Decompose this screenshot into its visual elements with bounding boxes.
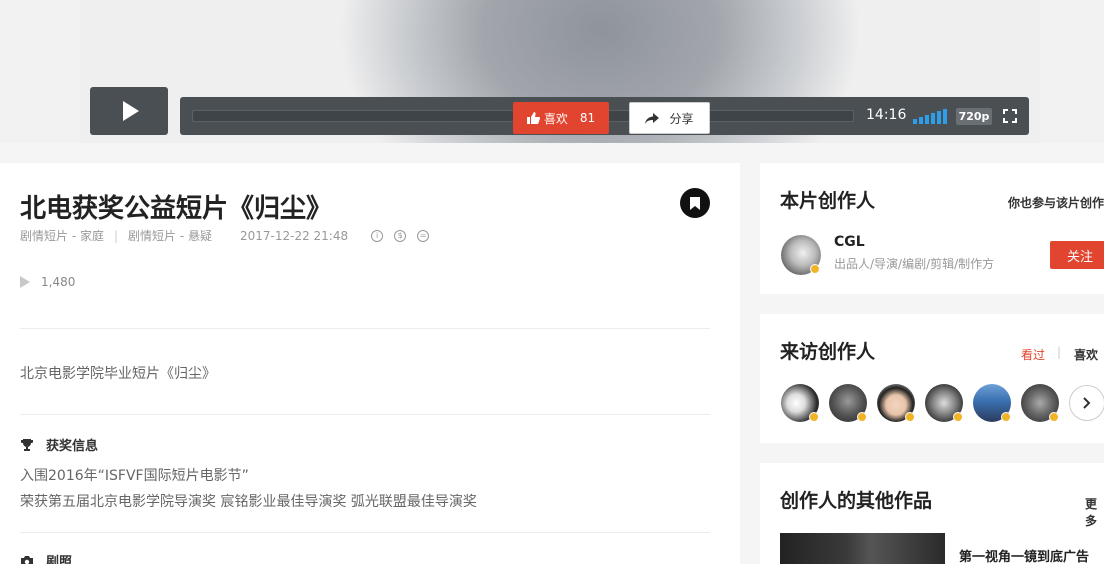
license-attribution-icon: i — [371, 229, 384, 242]
creator-roles: 出品人/导演/编剧/剪辑/制作方 — [834, 257, 995, 271]
share-label: 分享 — [669, 111, 694, 126]
video-meta: 剧情短片 - 家庭 | 剧情短片 - 悬疑 2017-12-22 21:48 i… — [20, 227, 430, 244]
join-creation-link[interactable]: 你也参与该片创作 — [1008, 194, 1104, 211]
divider — [20, 328, 710, 329]
awards-heading-label: 获奖信息 — [46, 439, 99, 454]
video-title: 北电获奖公益短片《归尘》 — [20, 194, 333, 224]
category-link[interactable]: 剧情短片 - 家庭 — [20, 227, 104, 244]
follow-button[interactable]: 关注 — [1050, 241, 1104, 269]
verified-badge-icon — [905, 412, 915, 422]
view-count: 1,480 — [20, 275, 75, 289]
publish-date: 2017-12-22 21:48 — [239, 228, 349, 243]
verified-badge-icon — [1001, 412, 1011, 422]
bookmark-button[interactable] — [680, 188, 710, 218]
awards-heading: 获奖信息 — [20, 435, 98, 454]
other-works-card-title: 创作人的其他作品 — [780, 490, 933, 512]
verified-badge-icon — [1049, 412, 1059, 422]
like-count: 81 — [579, 111, 596, 125]
verified-badge-icon — [857, 412, 867, 422]
trophy-icon — [21, 438, 33, 451]
work-thumbnail[interactable] — [780, 533, 945, 564]
stills-heading-label: 剧照 — [46, 555, 73, 564]
creator-name[interactable]: CGL — [834, 234, 865, 250]
creators-card — [760, 163, 1104, 294]
play-button[interactable] — [90, 87, 168, 135]
video-description: 北京电影学院毕业短片《归尘》 — [20, 366, 216, 382]
quality-selector[interactable]: 720p — [956, 108, 992, 125]
chevron-right-icon — [1083, 397, 1091, 409]
meta-divider: | — [113, 228, 119, 243]
play-count-icon — [20, 276, 30, 288]
stills-heading: 剧照 — [20, 551, 72, 564]
award-line: 入围2016年“ISFVF国际短片电影节” — [20, 468, 249, 484]
volume-icon[interactable] — [913, 109, 949, 124]
like-label: 喜欢 — [543, 111, 568, 126]
bookmark-icon — [690, 196, 700, 210]
award-line: 荣获第五届北京电影学院导演奖 宸铭影业最佳导演奖 弧光联盟最佳导演奖 — [20, 494, 477, 510]
tab-divider: | — [1057, 345, 1062, 359]
creators-card-title: 本片创作人 — [780, 190, 876, 212]
view-count-value: 1,480 — [41, 275, 76, 289]
verified-badge-icon — [809, 412, 819, 422]
like-button[interactable]: 喜欢 81 — [513, 102, 609, 134]
camera-icon — [21, 555, 33, 564]
divider — [20, 532, 710, 533]
verified-badge-icon — [953, 412, 963, 422]
verified-badge-icon — [810, 264, 820, 274]
share-button[interactable]: 分享 — [629, 102, 710, 134]
more-works-link[interactable]: 更多 — [1085, 495, 1104, 529]
next-visitors-button[interactable] — [1069, 385, 1104, 421]
tab-liked[interactable]: 喜欢 — [1074, 346, 1098, 363]
play-icon — [123, 101, 139, 121]
category-link[interactable]: 剧情短片 - 悬疑 — [128, 227, 212, 244]
license-nd-icon: = — [417, 229, 430, 242]
fullscreen-icon[interactable] — [1003, 109, 1017, 123]
work-title[interactable]: 第一视角一镜到底广告 — [959, 546, 1089, 564]
video-info-card: 北电获奖公益短片《归尘》 剧情短片 - 家庭 | 剧情短片 - 悬疑 2017-… — [0, 163, 740, 564]
thumbs-up-icon — [526, 112, 540, 124]
license-noncommercial-icon: $ — [394, 229, 407, 242]
visitors-card-title: 来访创作人 — [780, 341, 876, 363]
tab-watched[interactable]: 看过 — [1021, 346, 1045, 363]
video-duration: 14:16 — [866, 107, 907, 123]
visitors-card — [760, 314, 1104, 443]
share-icon — [645, 112, 660, 124]
divider — [20, 414, 710, 415]
